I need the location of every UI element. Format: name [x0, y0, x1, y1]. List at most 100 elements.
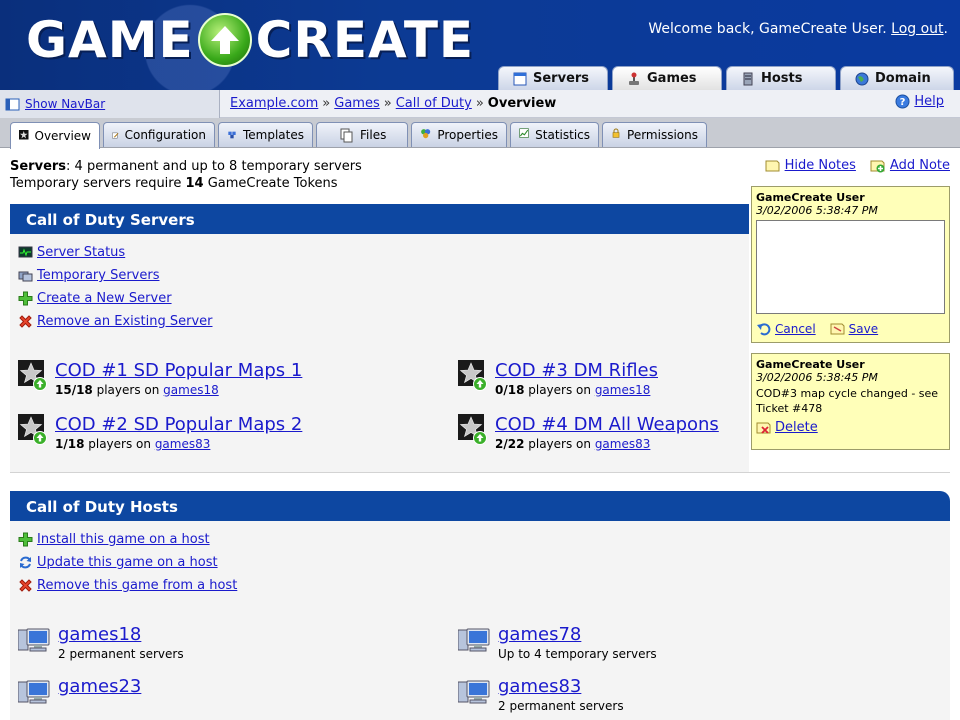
server-icon	[741, 72, 755, 86]
breadcrumb: Example.com» Games» Call of Duty» Overview	[230, 96, 557, 111]
tab-templates[interactable]: Templates	[218, 122, 313, 147]
help-link[interactable]: Help	[914, 94, 944, 109]
note-author: GameCreate User	[756, 191, 865, 204]
update-game-action[interactable]: Update this game on a host	[18, 551, 237, 574]
show-navbar-link[interactable]: Show NavBar	[25, 97, 105, 111]
server-name-link[interactable]: COD #1 SD Popular Maps 1	[55, 360, 302, 381]
save-note-button[interactable]: Save	[849, 322, 878, 336]
host-name-link[interactable]: games23	[58, 676, 141, 697]
properties-icon	[420, 128, 431, 143]
server-name-link[interactable]: COD #4 DM All Weapons	[495, 414, 719, 435]
lock-icon	[611, 128, 621, 143]
globe-icon	[855, 72, 869, 86]
remove-server-action[interactable]: Remove an Existing Server	[18, 310, 212, 333]
add-note-link[interactable]: Add Note	[890, 158, 950, 173]
breadcrumb-games[interactable]: Games	[334, 96, 379, 111]
cancel-note-button[interactable]: Cancel	[775, 322, 816, 336]
temporary-servers-action[interactable]: Temporary Servers	[18, 264, 212, 287]
servers-section-title: Call of Duty Servers	[26, 211, 195, 229]
breadcrumb-current: Overview	[487, 96, 557, 111]
server-status-action[interactable]: Server Status	[18, 241, 212, 264]
host-name-link[interactable]: games18	[58, 624, 141, 645]
edit-icon	[112, 128, 119, 143]
tab-overview[interactable]: Overview	[10, 122, 100, 149]
hide-notes-link[interactable]: Hide Notes	[785, 158, 856, 173]
note-text-input[interactable]	[756, 220, 945, 314]
save-note-item[interactable]: Save	[830, 321, 878, 336]
breadcrumb-call-of-duty[interactable]: Call of Duty	[396, 96, 472, 111]
server-host-link[interactable]: games83	[155, 437, 211, 451]
server-star-icon	[18, 414, 47, 445]
server-star-icon	[458, 414, 487, 445]
servers-section-header: Call of Duty Servers	[10, 204, 749, 234]
hosts-section-title: Call of Duty Hosts	[26, 498, 178, 516]
server-host-link[interactable]: games18	[595, 383, 651, 397]
tab-properties[interactable]: Properties	[411, 122, 507, 147]
chart-icon	[519, 128, 529, 143]
remove-game-action[interactable]: Remove this game from a host	[18, 574, 237, 597]
add-icon	[18, 291, 33, 306]
joystick-icon	[627, 72, 641, 86]
logo-text-left: GAME	[26, 11, 194, 69]
note-timestamp: 3/02/2006 5:38:47 PM	[756, 204, 878, 217]
server-name-link[interactable]: COD #3 DM Rifles	[495, 360, 658, 381]
player-count: 2/22	[495, 437, 525, 451]
svg-text:?: ?	[900, 97, 906, 108]
add-note-icon	[870, 158, 885, 173]
server-card: COD #4 DM All Weapons 2/22 players on ga…	[458, 414, 719, 451]
sub-tabs-bar: Overview Configuration Templates Files P…	[0, 118, 960, 149]
server-name-link[interactable]: COD #2 SD Popular Maps 2	[55, 414, 302, 435]
star-icon	[19, 129, 29, 144]
navbar-icon	[5, 97, 20, 112]
create-server-action[interactable]: Create a New Server	[18, 287, 212, 310]
host-actions: Install this game on a host Update this …	[18, 528, 237, 597]
note-editor: GameCreate User 3/02/2006 5:38:47 PM Can…	[751, 186, 950, 343]
host-name-link[interactable]: games83	[498, 676, 581, 697]
server-star-icon	[458, 360, 487, 391]
tab-hosts[interactable]: Hosts	[726, 66, 836, 90]
tab-domain[interactable]: Domain	[840, 66, 954, 90]
help-link-group[interactable]: ? Help	[895, 94, 944, 109]
update-icon	[18, 555, 33, 570]
breadcrumb-example-com[interactable]: Example.com	[230, 96, 318, 111]
servers-label: Servers	[10, 159, 67, 174]
remove-icon	[18, 314, 33, 329]
breadcrumb-bar: Show NavBar Example.com» Games» Call of Du…	[0, 90, 960, 118]
add-note-item[interactable]: Add Note	[870, 158, 950, 173]
game-summary: Servers: 4 permanent and up to 8 tempora…	[10, 159, 362, 191]
delete-note-item[interactable]: Delete	[756, 420, 818, 435]
logo-text-right: CREATE	[255, 11, 475, 69]
gamecreate-logo[interactable]: GAME CREATE	[26, 8, 474, 72]
save-note-icon	[830, 321, 845, 336]
note-timestamp: 3/02/2006 5:38:45 PM	[756, 371, 878, 384]
window-icon	[513, 72, 527, 86]
computer-icon	[457, 678, 490, 706]
tab-statistics[interactable]: Statistics	[510, 122, 599, 147]
player-count: 1/18	[55, 437, 85, 451]
note-author: GameCreate User	[756, 358, 865, 371]
tab-games[interactable]: Games	[612, 66, 722, 90]
servers-count-text: : 4 permanent and up to 8 temporary serv…	[66, 159, 362, 174]
delete-note-button[interactable]: Delete	[775, 420, 818, 435]
host-name-link[interactable]: games78	[498, 624, 581, 645]
server-host-link[interactable]: games83	[595, 437, 651, 451]
logout-link[interactable]: Log out	[891, 21, 943, 37]
tab-permissions[interactable]: Permissions	[602, 122, 707, 147]
note-card: GameCreate User 3/02/2006 5:38:45 PM COD…	[751, 353, 950, 450]
host-card: games83 2 permanent servers	[457, 676, 624, 713]
hide-notes-item[interactable]: Hide Notes	[765, 158, 856, 173]
note-icon	[765, 158, 780, 173]
tab-servers[interactable]: Servers	[498, 66, 608, 90]
servers-icon	[18, 268, 33, 283]
cancel-note-item[interactable]: Cancel	[756, 321, 816, 336]
install-game-action[interactable]: Install this game on a host	[18, 528, 237, 551]
computer-icon	[457, 626, 490, 654]
server-host-link[interactable]: games18	[163, 383, 219, 397]
host-detail: 2 permanent servers	[498, 699, 624, 713]
tab-files[interactable]: Files	[316, 122, 408, 147]
delete-note-icon	[756, 420, 771, 435]
player-count: 15/18	[55, 383, 93, 397]
server-card: COD #2 SD Popular Maps 2 1/18 players on…	[18, 414, 302, 451]
show-navbar-toggle[interactable]: Show NavBar	[0, 90, 220, 118]
tab-configuration[interactable]: Configuration	[103, 122, 215, 147]
